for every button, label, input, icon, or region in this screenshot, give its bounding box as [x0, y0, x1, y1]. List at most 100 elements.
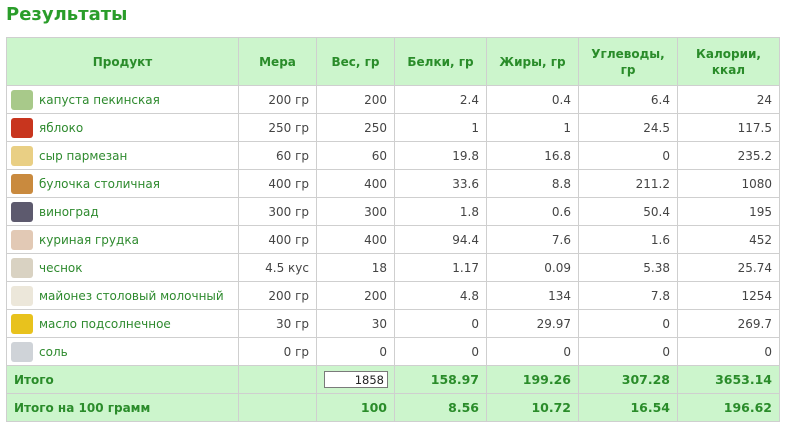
column-header-kcal: Калории, ккал — [677, 37, 780, 86]
product-link[interactable]: яблоко — [39, 121, 83, 135]
column-header-product: Продукт — [6, 37, 239, 86]
carbs-cell: 7.8 — [578, 281, 678, 310]
product-link[interactable]: булочка столичная — [39, 177, 160, 191]
column-header-protein: Белки, гр — [394, 37, 487, 86]
per100-kcal: 196.62 — [677, 393, 780, 422]
weight-cell: 18 — [316, 253, 395, 282]
measure-cell: 0 гр — [238, 337, 317, 366]
total-row: Итого 158.97 199.26 307.28 3653.14 — [6, 365, 780, 394]
fat-cell: 0 — [486, 337, 579, 366]
total-fat: 199.26 — [486, 365, 579, 394]
product-link[interactable]: капуста пекинская — [39, 93, 160, 107]
product-link[interactable]: чеснок — [39, 261, 83, 275]
carbs-cell: 6.4 — [578, 85, 678, 114]
product-link[interactable]: сыр пармезан — [39, 149, 127, 163]
protein-cell: 1.8 — [394, 197, 487, 226]
table-row: сыр пармезан 60 гр 60 19.8 16.8 0 235.2 — [6, 141, 780, 170]
mayonnaise-icon — [11, 285, 33, 306]
weight-cell: 200 — [316, 85, 395, 114]
kcal-cell: 1080 — [677, 169, 780, 198]
total-measure-cell — [238, 365, 317, 394]
product-link[interactable]: майонез столовый молочный — [39, 289, 224, 303]
carbs-cell: 50.4 — [578, 197, 678, 226]
product-cell: капуста пекинская — [6, 85, 239, 114]
apple-icon — [11, 117, 33, 138]
salt-icon — [11, 341, 33, 362]
column-header-fat: Жиры, гр — [486, 37, 579, 86]
carbs-cell: 0 — [578, 337, 678, 366]
cabbage-icon — [11, 89, 33, 110]
table-row: майонез столовый молочный 200 гр 200 4.8 134… — [6, 281, 780, 310]
page-title: Результаты — [6, 4, 128, 25]
table-row: булочка столичная 400 гр 400 33.6 8.8 211.2 10… — [6, 169, 780, 198]
kcal-cell: 0 — [677, 337, 780, 366]
measure-cell: 250 гр — [238, 113, 317, 142]
protein-cell: 94.4 — [394, 225, 487, 254]
fat-cell: 134 — [486, 281, 579, 310]
carbs-cell: 211.2 — [578, 169, 678, 198]
protein-cell: 0 — [394, 309, 487, 338]
protein-cell: 33.6 — [394, 169, 487, 198]
table-row: яблоко 250 гр 250 1 1 24.5 117.5 — [6, 113, 780, 142]
total-weight-input[interactable] — [324, 371, 388, 388]
chicken-breast-icon — [11, 229, 33, 250]
carbs-cell: 5.38 — [578, 253, 678, 282]
product-cell: куриная грудка — [6, 225, 239, 254]
measure-cell: 30 гр — [238, 309, 317, 338]
per100-weight: 100 — [316, 393, 395, 422]
garlic-icon — [11, 257, 33, 278]
measure-cell: 60 гр — [238, 141, 317, 170]
kcal-cell: 452 — [677, 225, 780, 254]
protein-cell: 1.17 — [394, 253, 487, 282]
carbs-cell: 1.6 — [578, 225, 678, 254]
table-row: соль 0 гр 0 0 0 0 0 — [6, 337, 780, 366]
product-cell: масло подсолнечное — [6, 309, 239, 338]
table-row: куриная грудка 400 гр 400 94.4 7.6 1.6 452 — [6, 225, 780, 254]
table-row: виноград 300 гр 300 1.8 0.6 50.4 195 — [6, 197, 780, 226]
grapes-icon — [11, 201, 33, 222]
product-link[interactable]: куриная грудка — [39, 233, 139, 247]
weight-cell: 200 — [316, 281, 395, 310]
measure-cell: 200 гр — [238, 281, 317, 310]
fat-cell: 0.4 — [486, 85, 579, 114]
column-header-carbs: Углеводы, гр — [578, 37, 678, 86]
per100-fat: 10.72 — [486, 393, 579, 422]
table-row: масло подсолнечное 30 гр 30 0 29.97 0 269.7 — [6, 309, 780, 338]
fat-cell: 8.8 — [486, 169, 579, 198]
kcal-cell: 25.74 — [677, 253, 780, 282]
nutrition-results-table: Продукт Мера Вес, гр Белки, гр Жиры, гр … — [6, 37, 780, 422]
fat-cell: 0.09 — [486, 253, 579, 282]
kcal-cell: 235.2 — [677, 141, 780, 170]
cheese-icon — [11, 145, 33, 166]
product-cell: сыр пармезан — [6, 141, 239, 170]
per100-row: Итого на 100 грамм 100 8.56 10.72 16.54 … — [6, 393, 780, 422]
bun-icon — [11, 173, 33, 194]
protein-cell: 0 — [394, 337, 487, 366]
column-header-weight: Вес, гр — [316, 37, 395, 86]
product-link[interactable]: виноград — [39, 205, 99, 219]
sunflower-oil-icon — [11, 313, 33, 334]
kcal-cell: 117.5 — [677, 113, 780, 142]
protein-cell: 4.8 — [394, 281, 487, 310]
fat-cell: 16.8 — [486, 141, 579, 170]
product-cell: соль — [6, 337, 239, 366]
carbs-cell: 0 — [578, 141, 678, 170]
fat-cell: 0.6 — [486, 197, 579, 226]
product-link[interactable]: масло подсолнечное — [39, 317, 171, 331]
product-link[interactable]: соль — [39, 345, 68, 359]
weight-cell: 0 — [316, 337, 395, 366]
fat-cell: 29.97 — [486, 309, 579, 338]
product-cell: майонез столовый молочный — [6, 281, 239, 310]
weight-cell: 300 — [316, 197, 395, 226]
product-cell: булочка столичная — [6, 169, 239, 198]
kcal-cell: 195 — [677, 197, 780, 226]
fat-cell: 1 — [486, 113, 579, 142]
fat-cell: 7.6 — [486, 225, 579, 254]
product-cell: яблоко — [6, 113, 239, 142]
weight-cell: 400 — [316, 225, 395, 254]
per100-label: Итого на 100 грамм — [6, 393, 239, 422]
carbs-cell: 24.5 — [578, 113, 678, 142]
per100-measure-cell — [238, 393, 317, 422]
table-row: чеснок 4.5 кус 18 1.17 0.09 5.38 25.74 — [6, 253, 780, 282]
weight-cell: 60 — [316, 141, 395, 170]
